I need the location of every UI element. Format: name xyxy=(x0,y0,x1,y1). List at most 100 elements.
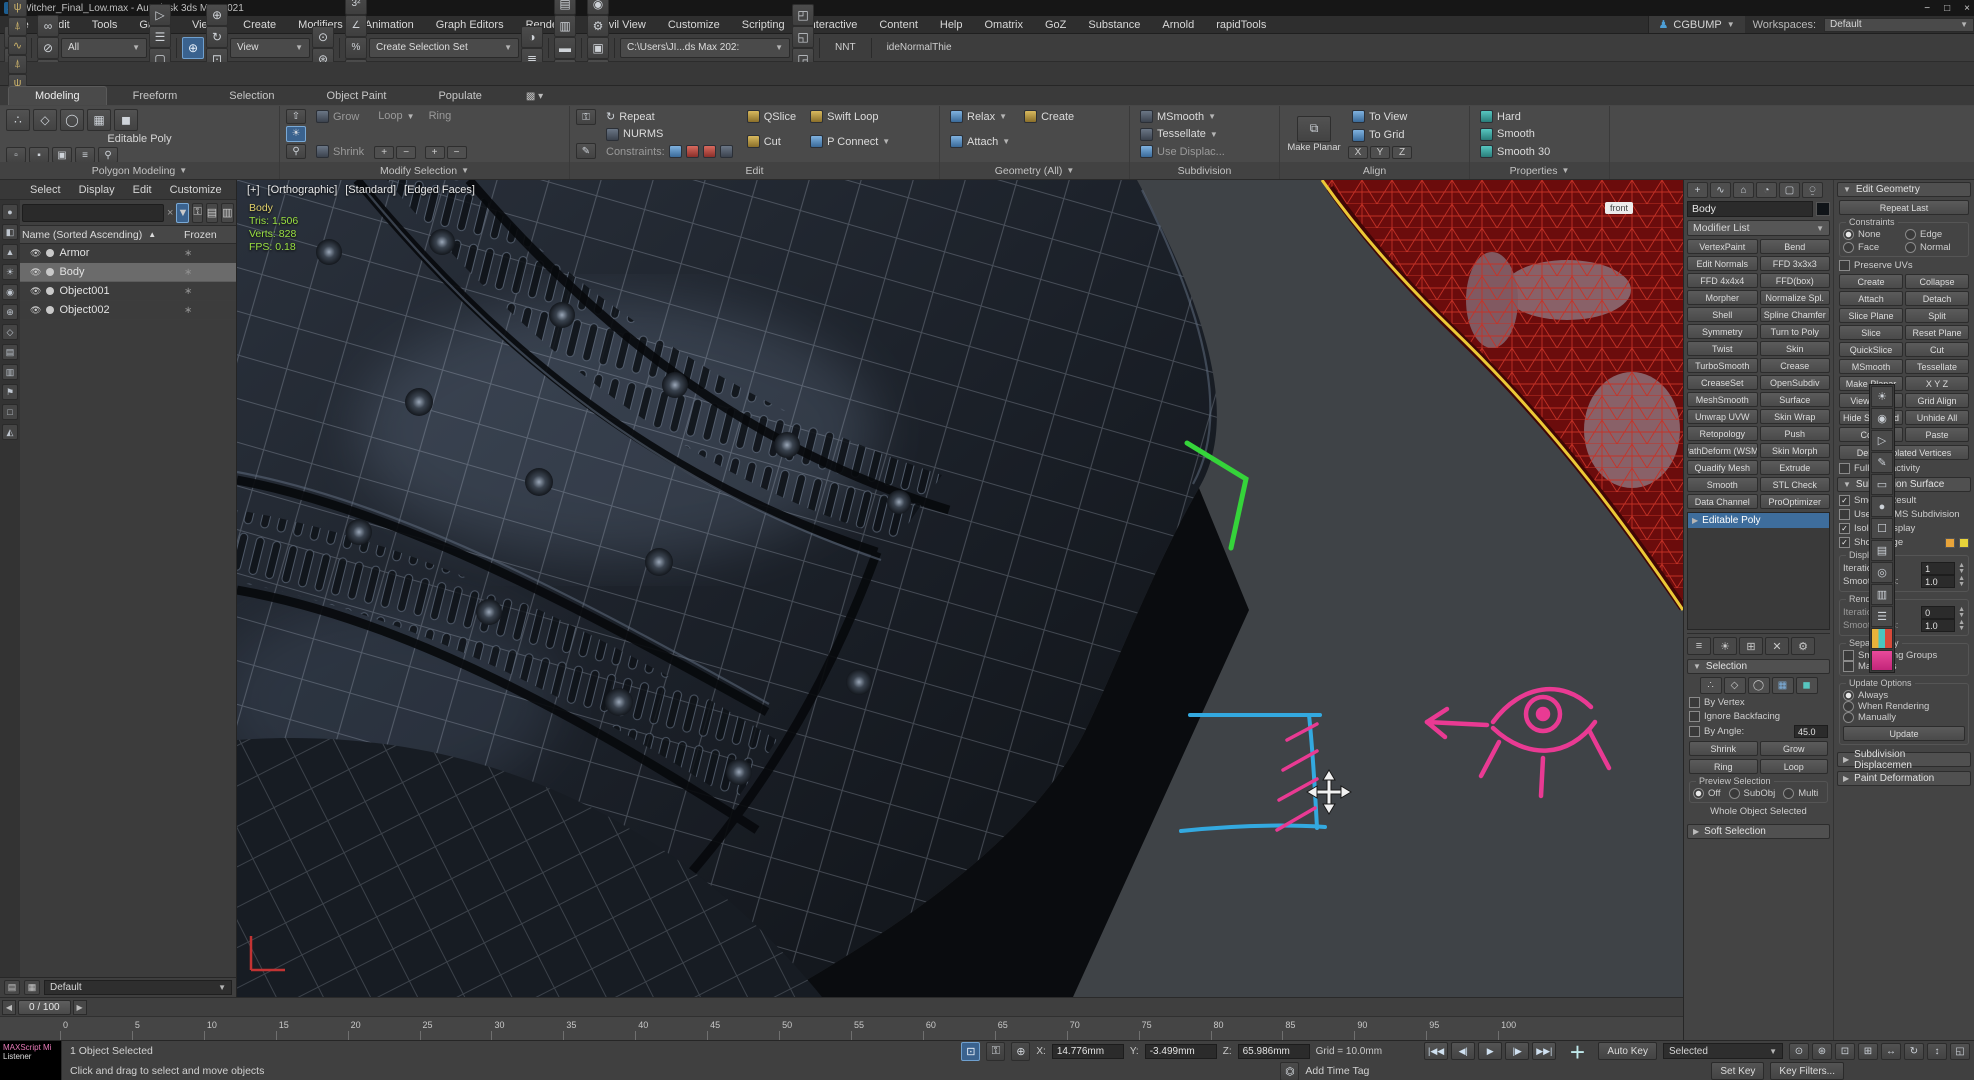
ribbon-tab-modeling[interactable]: Modeling xyxy=(8,86,107,105)
preview-multi-radio[interactable]: Multi xyxy=(1783,788,1818,799)
tessellate-button[interactable]: Tessellate▼ xyxy=(1136,127,1229,142)
constraint-edge-icon[interactable] xyxy=(686,145,699,158)
bulb-icon[interactable]: ☀ xyxy=(1871,386,1893,407)
orbit-icon[interactable]: ↻ xyxy=(1904,1043,1924,1060)
shrink-button[interactable]: Shrink xyxy=(1689,741,1758,756)
eye-icon[interactable]: ◉ xyxy=(1871,408,1893,429)
rendered-frame-icon[interactable]: ▣ xyxy=(587,37,609,59)
shrink-button[interactable]: Shrink xyxy=(312,144,368,159)
section-label-align[interactable]: Align xyxy=(1280,162,1470,179)
menu-help[interactable]: Help xyxy=(929,16,974,33)
menu-graph-editors[interactable]: Graph Editors xyxy=(425,16,515,33)
constraint-face-icon[interactable] xyxy=(703,145,716,158)
filter-all-icon[interactable]: ● xyxy=(2,204,18,220)
steering-cross-icon[interactable]: + xyxy=(1562,1035,1592,1069)
selection-set-dropdown[interactable]: Create Selection Set▼ xyxy=(369,38,519,58)
select-by-name-icon[interactable]: ☰ xyxy=(149,26,171,48)
edit-geometry-button[interactable]: Attach xyxy=(1839,291,1903,306)
zoom-region-icon[interactable]: ⊞ xyxy=(1858,1043,1878,1060)
filter-containers-icon[interactable]: □ xyxy=(2,404,18,420)
pink-swatch-icon[interactable] xyxy=(1871,650,1893,671)
export-scene-icon[interactable]: ◱ xyxy=(792,26,814,48)
x-coordinate-field[interactable]: 14.776mm xyxy=(1052,1044,1124,1059)
full-interactivity-checkbox[interactable]: Full Interactivity xyxy=(1839,463,1969,474)
modifier-button[interactable]: Morpher xyxy=(1687,290,1758,305)
play-icon[interactable]: ▶ xyxy=(1478,1042,1502,1060)
constraint-normal-icon[interactable] xyxy=(720,145,733,158)
auto-key-button[interactable]: Auto Key xyxy=(1598,1042,1657,1060)
edit-geometry-button[interactable]: Detach xyxy=(1905,291,1969,306)
account-menu[interactable]: ♟ CGBUMP ▼ xyxy=(1648,16,1745,33)
locked-selection-icon[interactable]: ⚿ xyxy=(576,109,596,125)
selectable-dot-icon[interactable] xyxy=(46,287,54,295)
isoline-display-checkbox[interactable]: Isoline Display xyxy=(1839,523,1969,534)
modifier-button[interactable]: Crease xyxy=(1760,358,1831,373)
make-unique-icon[interactable]: ⊞ xyxy=(1739,637,1763,655)
object-name-field[interactable]: Body xyxy=(1687,201,1813,217)
modifier-button[interactable]: MeshSmooth xyxy=(1687,392,1758,407)
modifier-button[interactable]: Data Channel xyxy=(1687,494,1758,509)
modifier-button[interactable]: Normalize Spl. xyxy=(1760,290,1831,305)
visibility-eye-icon[interactable]: 👁 xyxy=(30,267,41,278)
angle-spinner[interactable]: 45.0 xyxy=(1794,725,1828,738)
swift-loop-button[interactable]: Swift Loop xyxy=(806,109,894,124)
filter-cameras-icon[interactable]: ◉ xyxy=(2,284,18,300)
preview-subobj-radio[interactable]: SubObj xyxy=(1729,788,1776,799)
ring-button[interactable]: Ring xyxy=(1689,759,1758,774)
update-button[interactable]: Update xyxy=(1843,726,1965,741)
paint-options-icon[interactable]: ✎ xyxy=(576,143,596,159)
rotate-icon[interactable]: ↻ xyxy=(206,26,228,48)
clear-search-icon[interactable]: × xyxy=(167,207,173,219)
selectable-dot-icon[interactable] xyxy=(46,249,54,257)
pin-selection-icon[interactable]: ⇧ xyxy=(286,109,306,124)
modifier-list-dropdown[interactable]: Modifier List ▼ xyxy=(1687,220,1830,236)
modifier-button[interactable]: Surface xyxy=(1760,392,1831,407)
modifier-button[interactable]: STL Check xyxy=(1760,477,1831,492)
make-planar-label[interactable]: Make Planar xyxy=(1287,142,1340,153)
align-x-button[interactable]: X xyxy=(1348,146,1368,159)
loop-button[interactable]: Loop xyxy=(1760,759,1829,774)
menu-arnold[interactable]: Arnold xyxy=(1151,16,1205,33)
msmooth-button[interactable]: MSmooth▼ xyxy=(1136,109,1229,124)
edit-geometry-rollout-header[interactable]: ▼Edit Geometry xyxy=(1837,182,1971,197)
modify-tab-icon[interactable]: ∿ xyxy=(1710,182,1731,198)
make-planar-icon[interactable]: ⧉ xyxy=(1297,116,1331,142)
menu-create[interactable]: Create xyxy=(232,16,287,33)
pin-icon[interactable]: ⚲ xyxy=(286,144,306,159)
pin-stack-icon[interactable]: ≡ xyxy=(1687,637,1711,655)
lock-explorer-icon[interactable]: ⚿ xyxy=(192,203,202,223)
viewport-shading-menu[interactable]: [Edged Faces] xyxy=(404,184,475,196)
pivot-center-icon[interactable]: ⊙ xyxy=(312,26,334,48)
modifier-button[interactable]: Extrude xyxy=(1760,460,1831,475)
modifier-button[interactable]: Bend xyxy=(1760,239,1831,254)
menu-customize[interactable]: Customize xyxy=(657,16,731,33)
filter-bones-icon[interactable]: ⚑ xyxy=(2,384,18,400)
ribbon-tab-freeform[interactable]: Freeform xyxy=(107,87,204,105)
edit-geometry-button[interactable]: Reset Plane xyxy=(1905,325,1969,340)
z-coordinate-field[interactable]: 65.986mm xyxy=(1238,1044,1310,1059)
modifier-button[interactable]: Edit Normals xyxy=(1687,256,1758,271)
wheat-icon[interactable]: ⍋ xyxy=(8,55,27,74)
menu-goz[interactable]: GoZ xyxy=(1034,16,1077,33)
create-tab-icon[interactable]: + xyxy=(1687,182,1708,198)
stack-item-editable-poly[interactable]: ▶ Editable Poly xyxy=(1688,513,1829,528)
cut-button[interactable]: Cut xyxy=(743,134,800,149)
smooth-30-button[interactable]: Smooth 30 xyxy=(1476,144,1554,159)
collapse-stack-icon[interactable]: ≡ xyxy=(75,147,95,163)
hand-icon[interactable]: ☐ xyxy=(1871,518,1893,539)
prev-frame-arrow[interactable]: ◀ xyxy=(2,1000,16,1015)
layers-icon[interactable]: ▥ xyxy=(1871,584,1893,605)
remove-modifier-icon[interactable]: ✕ xyxy=(1765,637,1789,655)
next-frame-arrow[interactable]: ▶ xyxy=(73,1000,87,1015)
reference-coordinate-dropdown[interactable]: View▼ xyxy=(230,38,310,58)
list-item[interactable]: 👁 Body ∗ xyxy=(0,263,236,282)
cage-selected-color-swatch[interactable] xyxy=(1959,538,1969,548)
edit-geometry-button[interactable]: Cut xyxy=(1905,342,1969,357)
menu-scripting[interactable]: Scripting xyxy=(731,16,796,33)
reed-icon[interactable]: ∿ xyxy=(8,36,27,55)
minimize-button[interactable]: − xyxy=(1924,3,1930,14)
maxscript-mini-listener[interactable]: MAXScript Mi Listener xyxy=(0,1041,62,1080)
zoom-all-icon[interactable]: ⊛ xyxy=(1812,1043,1832,1060)
ribbon-toggle-icon[interactable]: ▬ xyxy=(554,37,576,59)
normal-thief-script-button[interactable]: ideNormalThie xyxy=(877,42,962,53)
